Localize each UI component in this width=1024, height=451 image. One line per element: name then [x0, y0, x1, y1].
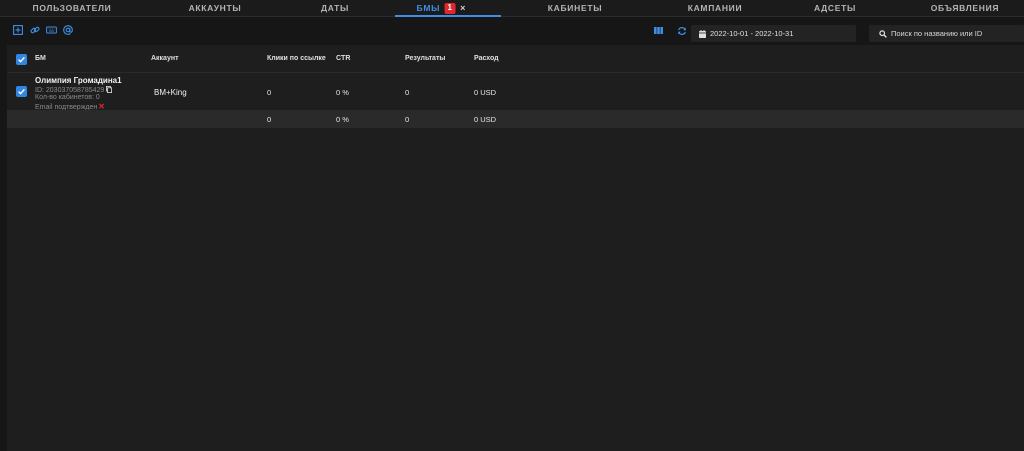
header-clicks[interactable]: Клики по ссылке	[267, 55, 326, 62]
at-sign-icon[interactable]	[63, 25, 73, 35]
tab-accounts[interactable]: АККАУНТЫ	[189, 0, 242, 17]
tab-users[interactable]: ПОЛЬЗОВАТЕЛИ	[33, 0, 112, 17]
top-tab-bar: ПОЛЬЗОВАТЕЛИ АККАУНТЫ ДАТЫ БМЫ 1 × КАБИНЕТ…	[0, 0, 1024, 17]
header-account[interactable]: Аккаунт	[151, 55, 179, 62]
date-range-text: 2022-10-01 - 2022-10-31	[710, 29, 794, 38]
search-box	[869, 25, 1024, 42]
total-ctr: 0 %	[336, 115, 349, 124]
link-icon[interactable]	[30, 25, 40, 35]
header-results[interactable]: Результаты	[405, 55, 445, 62]
header-bm[interactable]: БМ	[35, 55, 46, 62]
columns-icon[interactable]	[654, 27, 663, 34]
tab-cabinets[interactable]: КАБИНЕТЫ	[548, 0, 602, 17]
cell-account: BM+King	[154, 88, 187, 97]
cell-ctr: 0 %	[336, 88, 349, 97]
search-icon	[879, 30, 887, 38]
table-row[interactable]: Олимпия Громадина1 ID: 203037058785429 К…	[7, 73, 1024, 111]
search-input[interactable]	[891, 25, 1019, 42]
table-header: БМ Аккаунт Клики по ссылке CTR Результат…	[7, 45, 1024, 73]
header-spend[interactable]: Расход	[474, 55, 499, 62]
tab-ads[interactable]: ОБЪЯВЛЕНИЯ	[931, 0, 1000, 17]
tab-bms-badge: 1	[444, 3, 456, 14]
calendar-icon	[699, 30, 706, 38]
bm-id-text: ID: 203037058785429	[35, 87, 105, 94]
cell-clicks: 0	[267, 88, 272, 97]
select-all-checkbox[interactable]	[16, 54, 27, 65]
active-tab-indicator	[395, 15, 501, 17]
tab-dates[interactable]: ДАТЫ	[321, 0, 349, 17]
bm-name: Олимпия Громадина1	[35, 76, 122, 85]
header-ctr[interactable]: CTR	[336, 55, 350, 62]
row-checkbox[interactable]	[16, 86, 27, 97]
cell-results: 0	[405, 88, 410, 97]
cell-spend: 0 USD	[474, 88, 497, 97]
keyboard-icon[interactable]	[46, 25, 57, 35]
bm-cabinets-count: Кол-во кабинетов: 0	[35, 94, 100, 101]
bm-id: ID: 203037058785429	[35, 86, 113, 94]
bm-table: БМ Аккаунт Клики по ссылке CTR Результат…	[7, 45, 1024, 451]
total-clicks: 0	[267, 115, 272, 124]
totals-row: 0 0 % 0 0 USD	[7, 110, 1024, 128]
total-spend: 0 USD	[474, 115, 497, 124]
tab-bms-label: БМЫ	[416, 3, 441, 13]
close-icon[interactable]: ×	[460, 0, 465, 16]
tab-campaigns[interactable]: КАМПАНИИ	[688, 0, 743, 17]
copy-icon[interactable]	[106, 86, 113, 93]
date-range-picker[interactable]: 2022-10-01 - 2022-10-31	[691, 25, 856, 42]
add-icon[interactable]	[13, 25, 23, 35]
tab-adsets[interactable]: АДСЕТЫ	[814, 0, 856, 17]
refresh-icon[interactable]	[677, 26, 687, 36]
total-results: 0	[405, 115, 410, 124]
